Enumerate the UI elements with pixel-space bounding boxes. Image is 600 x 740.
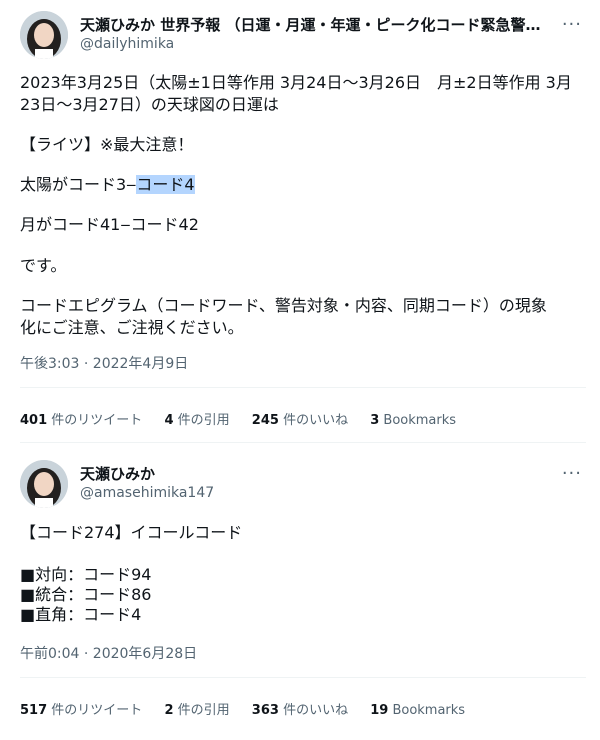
- tweet-text-line: 23日〜3月27日）の天球図の日運は: [20, 95, 279, 114]
- divider: [20, 677, 586, 678]
- avatar-image: [20, 460, 68, 508]
- tweet-text-line: ■統合：コード86: [20, 585, 152, 604]
- tweet-text-line: 化にご注意、ご注視ください。: [20, 318, 244, 337]
- author-handle[interactable]: @amasehimika147: [80, 485, 214, 501]
- bookmarks-count[interactable]: 19 Bookmarks: [370, 703, 465, 718]
- engagement-stats: 401 件のリツイート 4 件の引用 245 件のいいね 3 Bookmarks: [20, 409, 474, 428]
- tweet-text-span: 太陽がコード3‒: [20, 175, 137, 194]
- author-handle[interactable]: @dailyhimika: [80, 36, 174, 52]
- likes-count[interactable]: 245 件のいいね: [252, 413, 348, 428]
- quotes-count[interactable]: 4 件の引用: [164, 413, 229, 428]
- likes-count[interactable]: 363 件のいいね: [252, 703, 348, 718]
- tweet-text-line: コードエピグラム（コードワード、警告対象・内容、同期コード）の現象: [20, 296, 547, 315]
- selected-text: コード4: [136, 175, 195, 194]
- tweet-timestamp[interactable]: 午前0:04 · 2020年6月28日: [20, 643, 197, 663]
- divider: [20, 387, 586, 388]
- bookmarks-count[interactable]: 3 Bookmarks: [370, 413, 456, 428]
- tweet-timestamp[interactable]: 午後3:03 · 2022年4月9日: [20, 353, 188, 373]
- tweet-text-line: 月がコード41‒コード42: [20, 215, 199, 234]
- tweet-text-line: ■直角：コード4: [20, 605, 142, 624]
- tweet-text-line: 【ライツ】※最大注意！: [20, 135, 194, 154]
- divider: [20, 442, 586, 443]
- retweets-count[interactable]: 517 件のリツイート: [20, 703, 142, 718]
- engagement-stats: 517 件のリツイート 2 件の引用 363 件のいいね 19 Bookmark…: [20, 699, 483, 718]
- avatar-image: [20, 11, 68, 59]
- tweet-text-line: です。: [20, 256, 67, 275]
- more-options-icon[interactable]: ···: [562, 16, 582, 34]
- tweet-text-line: 【コード274】イコールコード: [20, 523, 243, 542]
- quotes-count[interactable]: 2 件の引用: [164, 703, 229, 718]
- author-name[interactable]: 天瀬ひみか 世界予報 （日運・月運・年運・ピーク化コード緊急警…: [80, 14, 550, 35]
- tweet-text-line: 2023年3月25日（太陽±1日等作用 3月24日〜3月26日 月±2日等作用 …: [20, 73, 572, 92]
- author-name[interactable]: 天瀬ひみか: [80, 463, 155, 484]
- retweets-count[interactable]: 401 件のリツイート: [20, 413, 142, 428]
- tweet-text-line: 太陽がコード3‒コード4: [20, 174, 195, 196]
- more-options-icon[interactable]: ···: [562, 465, 582, 483]
- avatar[interactable]: [20, 460, 68, 508]
- avatar[interactable]: [20, 11, 68, 59]
- tweet-text-line: ■対向：コード94: [20, 565, 152, 584]
